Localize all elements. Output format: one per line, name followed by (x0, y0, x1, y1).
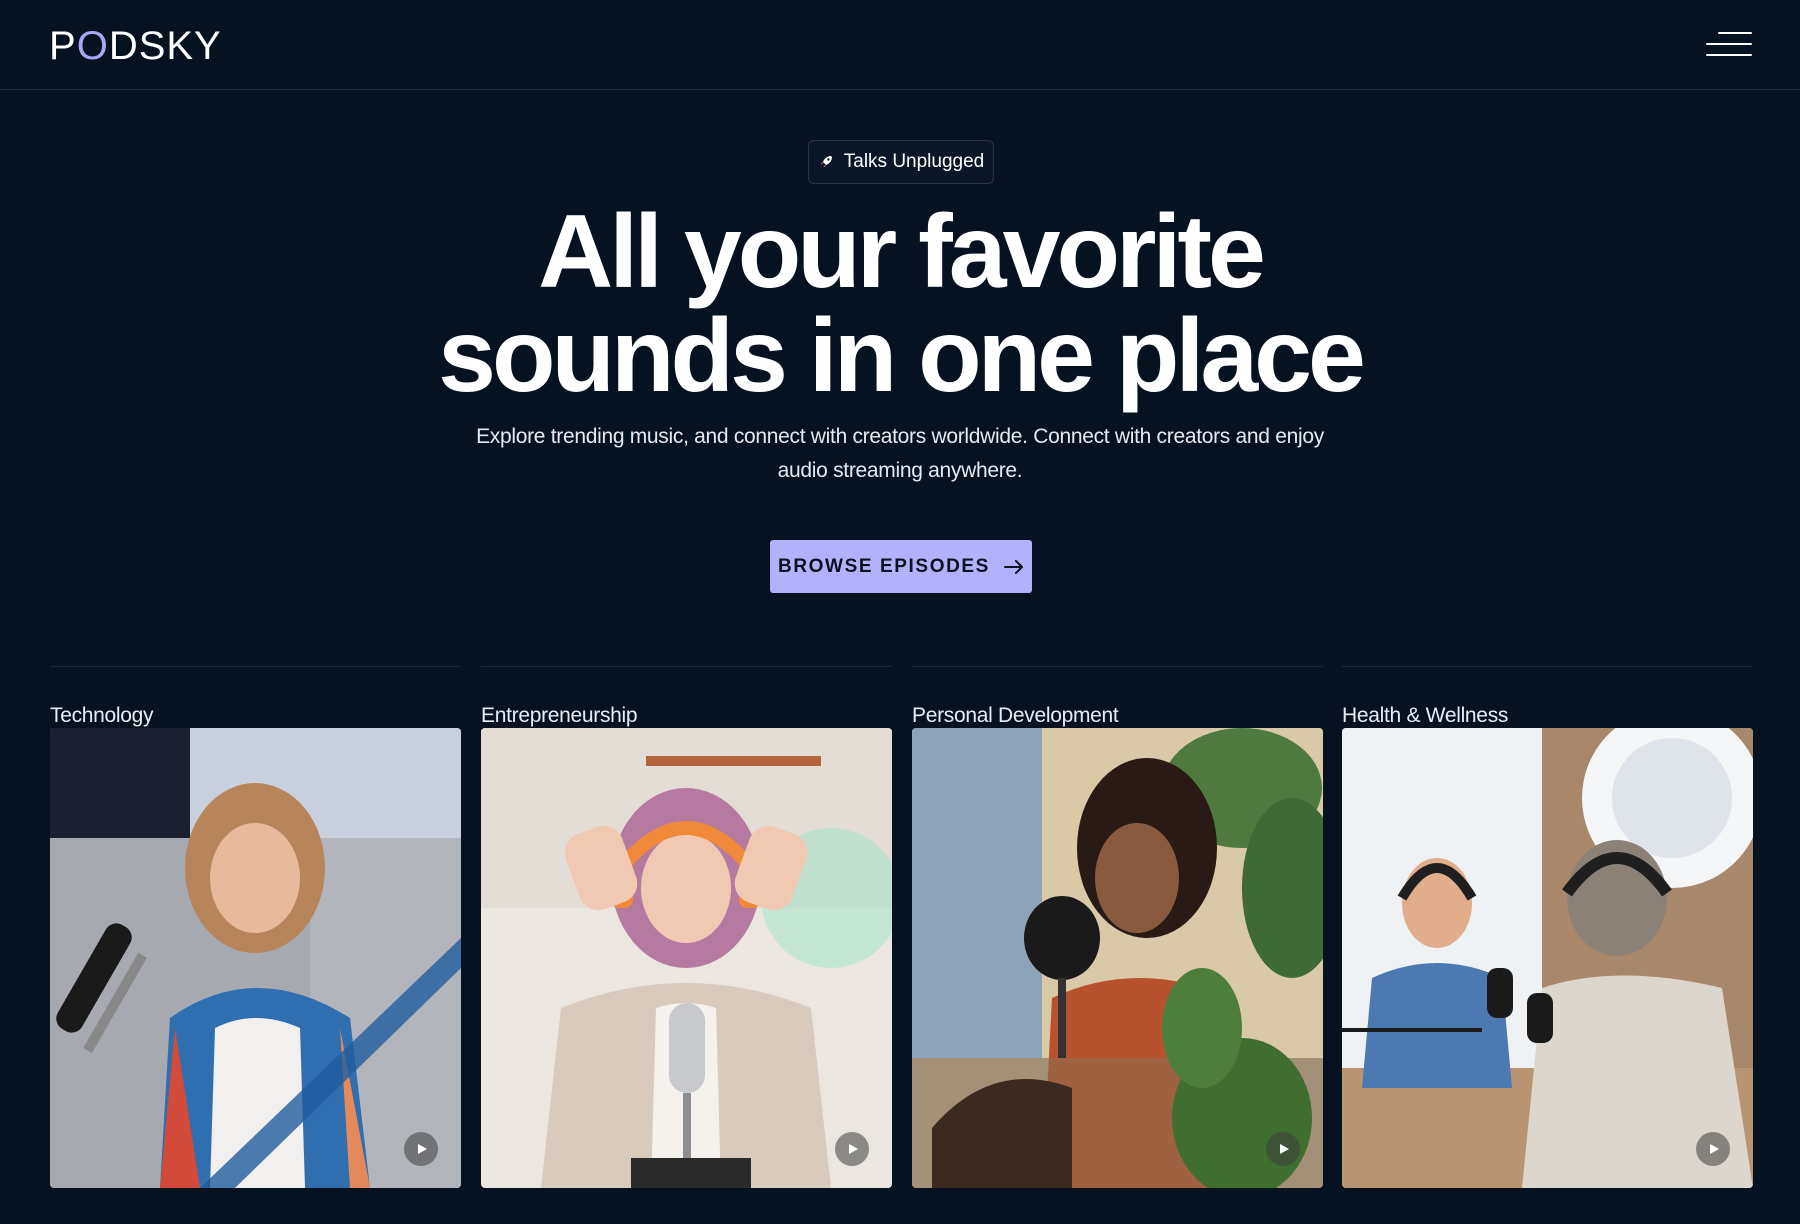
browse-episodes-button[interactable]: BROWSE EPISODES (770, 540, 1032, 593)
play-button[interactable] (404, 1132, 438, 1166)
podcast-photo (1342, 728, 1753, 1188)
hamburger-menu-icon[interactable] (1704, 28, 1752, 62)
category-image-entrepreneurship[interactable] (481, 728, 892, 1188)
category-image-technology[interactable] (50, 728, 461, 1188)
divider (50, 666, 461, 667)
play-icon (418, 1144, 427, 1154)
hero-title-line-1: All your favorite (538, 194, 1266, 310)
podcast-photo (481, 728, 892, 1188)
podcast-photo (50, 728, 461, 1188)
play-icon (849, 1144, 858, 1154)
badge-text: Talks Unplugged (843, 151, 985, 172)
browse-episodes-label: BROWSE EPISODES (778, 555, 990, 577)
hero-title: All your favorite sounds in one place (400, 200, 1400, 408)
menu-line (1706, 43, 1752, 45)
category-card-technology[interactable]: Technology (50, 666, 461, 1188)
divider (912, 666, 1323, 667)
category-card-entrepreneurship[interactable]: Entrepreneurship (481, 666, 892, 1188)
play-button[interactable] (1696, 1132, 1730, 1166)
logo-text-accent: O (76, 24, 109, 68)
hero-badge: Talks Unplugged (808, 140, 994, 184)
divider (1342, 666, 1753, 667)
play-icon (1280, 1144, 1289, 1154)
logo-text-start: P (49, 24, 77, 68)
play-button[interactable] (1266, 1132, 1300, 1166)
logo[interactable]: PODSKY (49, 22, 222, 70)
category-image-health-wellness[interactable] (1342, 728, 1753, 1188)
category-card-personal-development[interactable]: Personal Development (912, 666, 1323, 1188)
category-card-health-wellness[interactable]: Health & Wellness (1342, 666, 1753, 1188)
hero-title-line-2: sounds in one place (438, 298, 1366, 414)
divider (481, 666, 892, 667)
site-header: PODSKY (0, 0, 1800, 90)
podcast-photo (912, 728, 1323, 1188)
rocket-icon (820, 156, 832, 167)
menu-line (1718, 32, 1752, 34)
page: PODSKY Talks Unplugged All your favorite… (0, 0, 1800, 1224)
play-button[interactable] (835, 1132, 869, 1166)
play-icon (1710, 1144, 1719, 1154)
logo-text-end: DSKY (108, 24, 222, 68)
category-image-personal-development[interactable] (912, 728, 1323, 1188)
menu-line (1706, 54, 1752, 56)
hero-subtitle: Explore trending music, and connect with… (476, 425, 1324, 482)
arrow-right-icon (1003, 559, 1023, 574)
